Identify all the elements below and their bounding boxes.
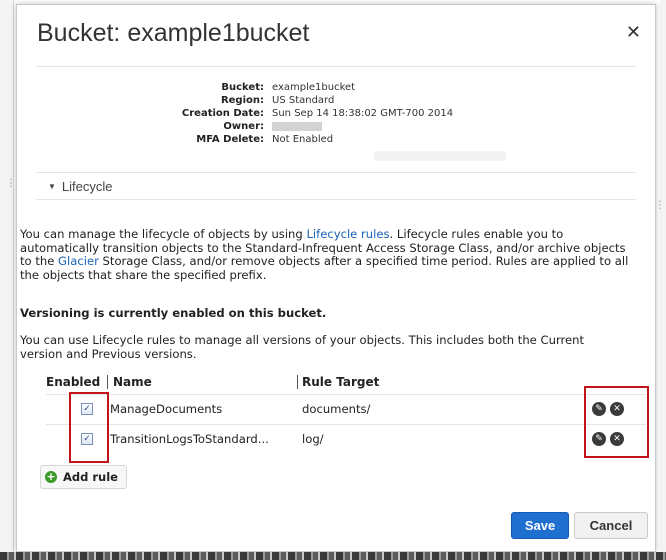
add-rule-label: Add rule [63, 470, 118, 484]
description-text: You can manage the lifecycle of objects … [20, 227, 307, 241]
column-divider [297, 375, 298, 389]
background-page-bottom [0, 552, 666, 560]
enabled-checkbox-highlight [69, 392, 109, 463]
creation-date-label: Creation Date: [181, 108, 264, 119]
redacted-bar [374, 151, 506, 161]
add-icon: + [45, 469, 57, 483]
lifecycle-section-toggle[interactable]: ▼ Lifecycle [36, 172, 636, 200]
versioning-status: Versioning is currently enabled on this … [20, 306, 327, 320]
table-row[interactable]: ✓ TransitionLogsToStandard... log/ ✎ ✕ [46, 424, 646, 453]
lifecycle-description: You can manage the lifecycle of objects … [20, 227, 630, 282]
table-row[interactable]: ✓ ManageDocuments documents/ ✎ ✕ [46, 394, 646, 423]
column-divider [107, 375, 108, 389]
rule-target: documents/ [302, 402, 371, 416]
glacier-link[interactable]: Glacier [58, 254, 99, 268]
rule-target: log/ [302, 432, 324, 446]
column-header-rule-target: Rule Target [302, 375, 380, 389]
column-header-enabled: Enabled [46, 375, 101, 389]
lifecycle-rules-link[interactable]: Lifecycle rules [306, 227, 389, 241]
close-icon[interactable]: ✕ [626, 24, 641, 42]
bucket-value: example1bucket [272, 82, 356, 93]
background-page-left [0, 0, 14, 560]
region-value: US Standard [272, 95, 335, 106]
versions-note: You can use Lifecycle rules to manage al… [20, 333, 585, 361]
owner-label: Owner: [223, 121, 264, 132]
creation-date-value: Sun Sep 14 18:38:02 GMT-700 2014 [272, 108, 454, 119]
description-text: Storage Class, and/or remove objects aft… [20, 254, 629, 282]
row-actions-highlight [584, 386, 649, 458]
bucket-label: Bucket: [221, 82, 264, 93]
bucket-row: Bucket: example1bucket [36, 81, 636, 94]
mfa-delete-label: MFA Delete: [196, 134, 264, 145]
dialog-title: Bucket: example1bucket [37, 19, 310, 47]
owner-row: Owner: [36, 120, 636, 133]
save-button[interactable]: Save [511, 512, 569, 539]
column-header-name: Name [113, 375, 152, 389]
cancel-button[interactable]: Cancel [574, 512, 648, 539]
add-rule-button[interactable]: + Add rule [40, 465, 127, 489]
creation-date-row: Creation Date: Sun Sep 14 18:38:02 GMT-7… [36, 107, 636, 120]
background-page-right [660, 0, 666, 560]
resize-grip-icon: ⋮ [655, 200, 665, 211]
lifecycle-section-label: Lifecycle [61, 179, 113, 194]
rule-name: ManageDocuments [110, 402, 223, 416]
owner-redacted-value [272, 122, 322, 131]
caret-down-icon: ▼ [48, 182, 56, 191]
resize-grip-icon: ⋮ [6, 178, 16, 189]
region-row: Region: US Standard [36, 94, 636, 107]
rule-name: TransitionLogsToStandard... [110, 432, 269, 446]
mfa-delete-value: Not Enabled [272, 134, 334, 145]
mfa-delete-row: MFA Delete: Not Enabled [36, 133, 636, 146]
region-label: Region: [220, 95, 264, 106]
bucket-info-panel: Bucket: example1bucket Region: US Standa… [36, 66, 636, 170]
